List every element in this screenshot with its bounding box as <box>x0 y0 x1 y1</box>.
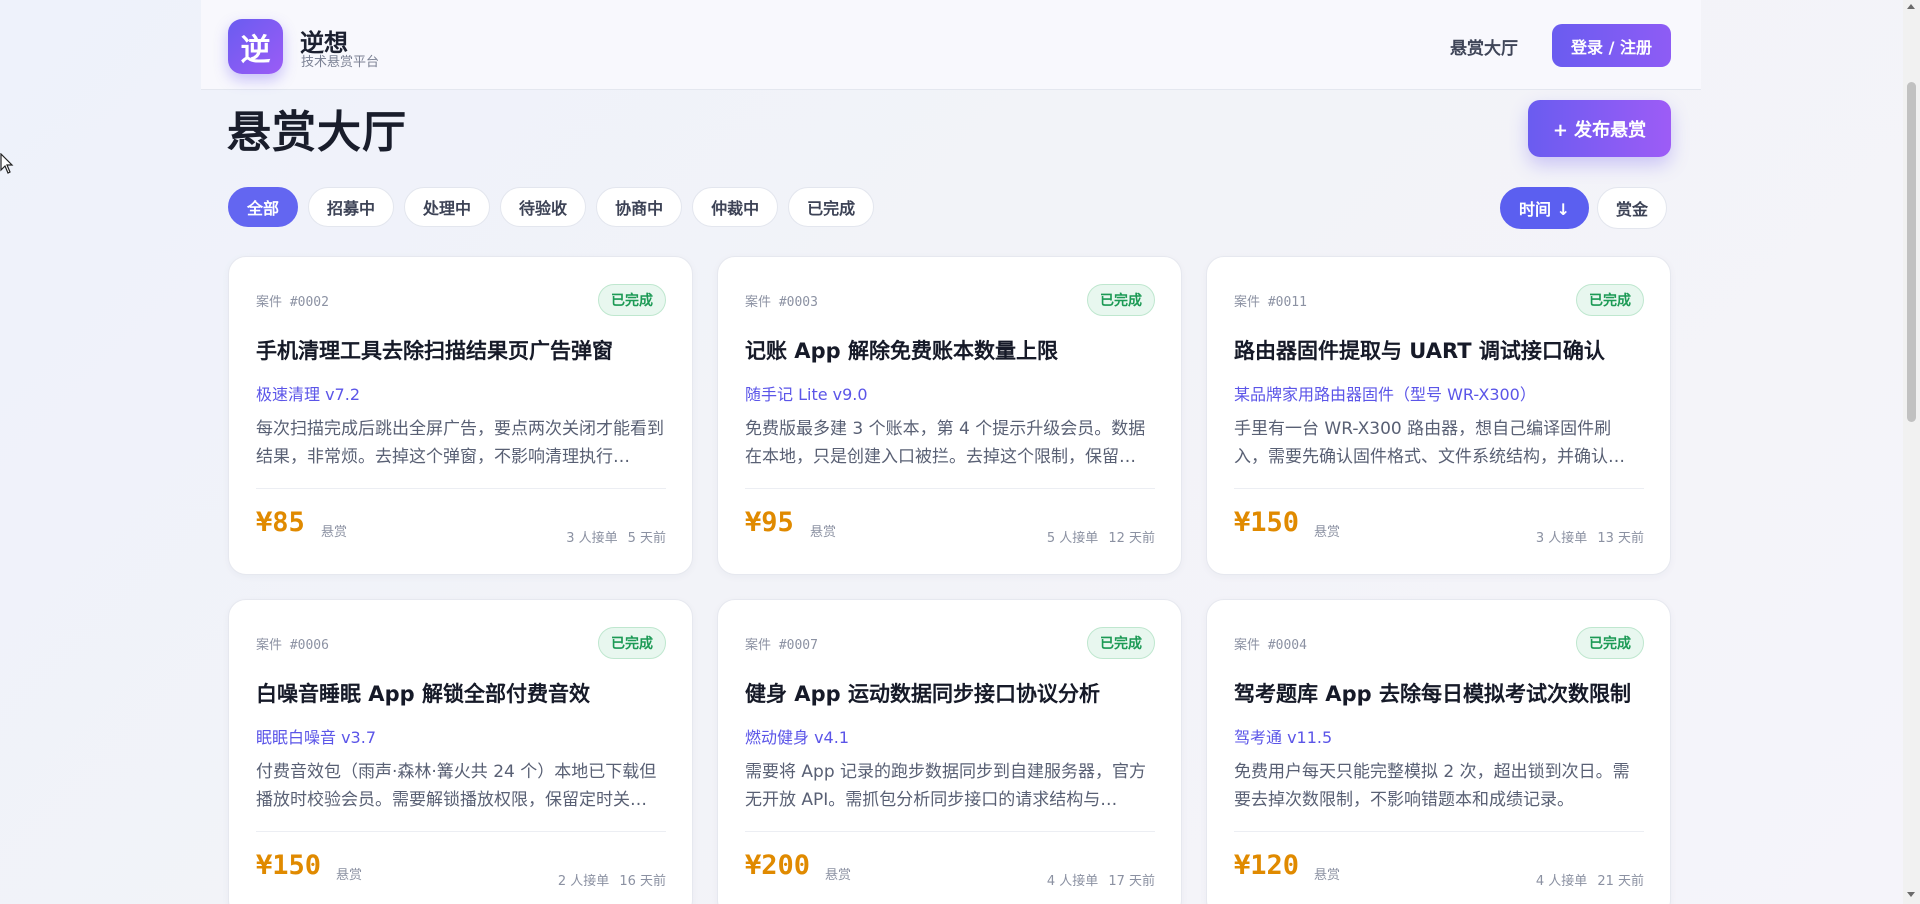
card-description: 手里有一台 WR-X300 路由器，想自己编译固件刷入，需要先确认固件格式、文件… <box>1234 419 1625 467</box>
card-title[interactable]: 健身 App 运动数据同步接口协议分析 <box>745 678 1165 708</box>
case-number: 案件 #0007 <box>745 638 818 653</box>
status-badge: 已完成 <box>1087 284 1155 316</box>
case-number: 案件 #0011 <box>1234 295 1307 310</box>
logo-icon[interactable]: 逆 <box>228 19 283 74</box>
login-register-button[interactable]: 登录 / 注册 <box>1552 24 1671 67</box>
product-name: 极速清理 v7.2 <box>256 385 361 404</box>
reward-label: 悬赏 <box>1314 868 1341 883</box>
divider <box>1234 488 1644 489</box>
status-filter-bar: 全部 招募中 处理中 待验收 协商中 仲裁中 已完成 <box>228 187 875 229</box>
bounty-card[interactable]: 案件 #0007 已完成 健身 App 运动数据同步接口协议分析 燃动健身 v4… <box>717 599 1182 904</box>
card-description: 免费版最多建 3 个账本，第 4 个提示升级会员。数据在本地，只是创建入口被拦。… <box>745 419 1146 467</box>
bounty-card[interactable]: 案件 #0002 已完成 手机清理工具去除扫描结果页广告弹窗 极速清理 v7.2… <box>228 256 693 575</box>
vertical-scrollbar[interactable] <box>1903 0 1920 904</box>
card-description: 需要将 App 记录的跑步数据同步到自建服务器，官方无开放 API。需抓包分析同… <box>745 762 1147 810</box>
card-title[interactable]: 手机清理工具去除扫描结果页广告弹窗 <box>256 335 676 365</box>
card-meta: 5 人接单 12 天前 <box>1047 527 1155 546</box>
reward-label: 悬赏 <box>810 525 837 540</box>
status-badge: 已完成 <box>598 627 666 659</box>
card-title[interactable]: 白噪音睡眠 App 解锁全部付费音效 <box>256 678 676 708</box>
posted-time: 13 天前 <box>1597 531 1644 546</box>
card-meta: 2 人接单 16 天前 <box>558 870 666 889</box>
brand-subtitle: 技术悬赏平台 <box>301 55 380 70</box>
reward-label: 悬赏 <box>825 868 852 883</box>
posted-time: 21 天前 <box>1597 874 1644 889</box>
nav-bounty-hall-link[interactable]: 悬赏大厅 <box>1450 34 1518 59</box>
taker-count: 4 人接单 <box>1046 874 1099 889</box>
filter-chip[interactable]: 待验收 <box>500 187 587 227</box>
divider <box>1234 831 1644 832</box>
reward-amount: ¥150 <box>1234 507 1300 538</box>
reward-amount: ¥200 <box>745 850 811 881</box>
card-description: 免费用户每天只能完整模拟 2 次，超出锁到次日。需要去掉次数限制，不影响错题本和… <box>1234 762 1630 810</box>
reward-label: 悬赏 <box>1314 525 1341 540</box>
scrollbar-thumb[interactable] <box>1907 82 1916 422</box>
card-meta: 4 人接单 17 天前 <box>1047 870 1155 889</box>
posted-time: 17 天前 <box>1108 874 1155 889</box>
sort-by-time-button[interactable]: 时间 ↓ <box>1500 187 1589 229</box>
filter-chip[interactable]: 全部 <box>228 187 299 227</box>
product-name: 随手记 Lite v9.0 <box>745 385 868 404</box>
page-title: 悬赏大厅 <box>227 107 407 158</box>
filter-chip[interactable]: 招募中 <box>308 187 395 227</box>
bounty-card[interactable]: 案件 #0006 已完成 白噪音睡眠 App 解锁全部付费音效 眠眠白噪音 v3… <box>228 599 693 904</box>
case-number: 案件 #0004 <box>1234 638 1307 653</box>
card-title[interactable]: 驾考题库 App 去除每日模拟考试次数限制 <box>1234 678 1654 708</box>
page: 逆 逆想 技术悬赏平台 悬赏大厅 登录 / 注册 悬赏大厅 + 发布悬赏 全部 … <box>0 0 1903 904</box>
reward-label: 悬赏 <box>321 525 348 540</box>
filter-chip[interactable]: 已完成 <box>788 187 875 227</box>
mouse-cursor-icon <box>0 153 14 174</box>
filter-chip[interactable]: 仲裁中 <box>692 187 779 227</box>
product-name: 驾考通 v11.5 <box>1234 728 1333 747</box>
sort-by-reward-button[interactable]: 赏金 <box>1596 187 1667 229</box>
posted-time: 16 天前 <box>619 874 666 889</box>
top-navbar: 逆 逆想 技术悬赏平台 悬赏大厅 登录 / 注册 <box>201 0 1701 90</box>
sort-toggle-group: 时间 ↓ 赏金 <box>1500 187 1667 229</box>
taker-count: 3 人接单 <box>1535 531 1588 546</box>
divider <box>745 488 1155 489</box>
posted-time: 12 天前 <box>1108 531 1155 546</box>
product-name: 燃动健身 v4.1 <box>745 728 850 747</box>
filter-chip[interactable]: 处理中 <box>404 187 491 227</box>
card-title[interactable]: 记账 App 解除免费账本数量上限 <box>745 335 1165 365</box>
reward-amount: ¥120 <box>1234 850 1300 881</box>
publish-bounty-button[interactable]: + 发布悬赏 <box>1528 100 1671 157</box>
bounty-card[interactable]: 案件 #0004 已完成 驾考题库 App 去除每日模拟考试次数限制 驾考通 v… <box>1206 599 1671 904</box>
product-name: 某品牌家用路由器固件（型号 WR-X300） <box>1234 385 1536 404</box>
reward-amount: ¥150 <box>256 850 322 881</box>
divider <box>745 831 1155 832</box>
filter-chip[interactable]: 协商中 <box>596 187 683 227</box>
reward-label: 悬赏 <box>336 868 363 883</box>
card-meta: 4 人接单 21 天前 <box>1536 870 1644 889</box>
case-number: 案件 #0002 <box>256 295 329 310</box>
taker-count: 2 人接单 <box>557 874 610 889</box>
taker-count: 4 人接单 <box>1535 874 1588 889</box>
divider <box>256 488 666 489</box>
case-number: 案件 #0003 <box>745 295 818 310</box>
reward-amount: ¥85 <box>256 507 305 538</box>
bounty-card[interactable]: 案件 #0011 已完成 路由器固件提取与 UART 调试接口确认 某品牌家用路… <box>1206 256 1671 575</box>
status-badge: 已完成 <box>1576 284 1644 316</box>
scroll-up-arrow-icon[interactable] <box>1907 4 1915 9</box>
bounty-card[interactable]: 案件 #0003 已完成 记账 App 解除免费账本数量上限 随手记 Lite … <box>717 256 1182 575</box>
card-meta: 3 人接单 13 天前 <box>1536 527 1644 546</box>
divider <box>256 831 666 832</box>
card-title[interactable]: 路由器固件提取与 UART 调试接口确认 <box>1234 335 1654 365</box>
case-number: 案件 #0006 <box>256 638 329 653</box>
card-description: 每次扫描完成后跳出全屏广告，要点两次关闭才能看到结果，非常烦。去掉这个弹窗，不影… <box>256 419 664 467</box>
taker-count: 3 人接单 <box>566 531 618 546</box>
status-badge: 已完成 <box>1087 627 1155 659</box>
status-badge: 已完成 <box>598 284 666 316</box>
reward-amount: ¥95 <box>745 507 794 538</box>
card-description: 付费音效包（雨声·森林·篝火共 24 个）本地已下载但播放时校验会员。需要解锁播… <box>256 762 657 810</box>
scroll-down-arrow-icon[interactable] <box>1907 892 1915 897</box>
product-name: 眠眠白噪音 v3.7 <box>256 728 377 747</box>
taker-count: 5 人接单 <box>1046 531 1099 546</box>
status-badge: 已完成 <box>1576 627 1644 659</box>
posted-time: 5 天前 <box>627 531 666 546</box>
card-meta: 3 人接单 5 天前 <box>566 527 666 546</box>
